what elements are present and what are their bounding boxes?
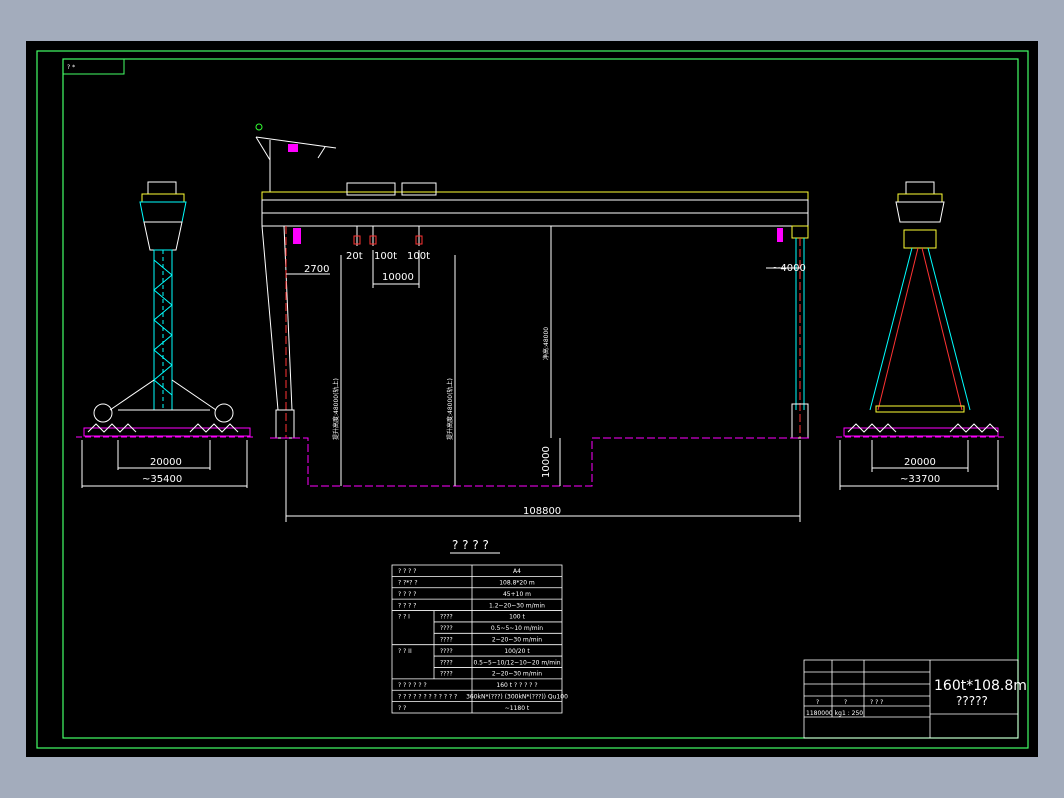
dim-right-inner: 20000 (904, 457, 936, 468)
dim-trolley-spacing: 10000 (382, 272, 414, 283)
table-cell: ???? (440, 659, 453, 666)
table-cell: 45+10 m (503, 591, 531, 598)
table-cell: ? ? II (398, 648, 412, 655)
table-cell: ? ? ? ? (398, 568, 416, 575)
table-cell: ? ?*? ? (398, 580, 418, 587)
table-cell: ???? (440, 648, 453, 655)
table-cell: 100/20 t (504, 648, 530, 655)
hook-label-20t: 20t (346, 251, 363, 262)
table-cell: ? ? ? ? (398, 591, 416, 598)
table-cell: 108.8*20 m (499, 580, 535, 587)
dim-hook-offset-left: 2700 (304, 264, 329, 275)
table-cell: ? ? ? ? (398, 602, 416, 609)
table-cell: 1.2~20~30 m/min (489, 602, 545, 609)
frame-tag: ? * (67, 64, 75, 71)
table-cell: ???? (440, 625, 453, 632)
dim-pit-depth: 10000 (541, 446, 552, 478)
table-cell: ~1180 t (505, 705, 530, 712)
dim-right-outer: ~33700 (900, 474, 940, 485)
cad-drawing: ? * 20000 ~35400 2700 20t 100t 100t 1000… (26, 41, 1038, 757)
title-block-weight: 1180000 kg (806, 710, 842, 717)
title-block-line1: 160t*108.8m (934, 678, 1027, 694)
table-cell: 2~20~30 m/min (492, 637, 542, 644)
title-block-small2: ? (844, 699, 847, 706)
table-cell: ???? (440, 671, 453, 678)
vlabel-lift-a: 提升高度:48000(轨上) (332, 378, 340, 440)
vlabel-lift-b: 提升高度:48000(轨上) (446, 378, 454, 440)
hook-label-100t-b: 100t (407, 251, 430, 262)
spec-table-title: ? ? ? ? (452, 538, 489, 552)
title-block-small3: ? ? ? (870, 699, 883, 706)
title-block-small1: ? (816, 699, 819, 706)
table-cell: ? ? ? ? ? ? ? ? ? ? ? ? (398, 693, 457, 700)
vlabel-clear: 净高:48000 (542, 327, 550, 360)
table-cell: 0.5~5~10/12~10~20 m/min (473, 659, 560, 666)
table-cell: ???? (440, 637, 453, 644)
table-cell: 0.5~5~10 m/min (491, 625, 543, 632)
table-cell: ? ? ? ? ? ? (398, 682, 427, 689)
dim-hook-offset-right: ~4000 (772, 263, 806, 274)
table-cell: ???? (440, 614, 453, 621)
title-block-line2: ????? (956, 694, 988, 708)
drawing-area (26, 41, 1038, 757)
table-cell: A4 (513, 568, 521, 575)
title-block-scale: 1 : 250 (842, 710, 863, 717)
table-cell: 160 t ? ? ? ? ? (496, 682, 537, 689)
table-cell: ? ? (398, 705, 406, 712)
table-cell: ? ? I (398, 614, 410, 621)
dim-span: 108800 (523, 506, 561, 517)
dim-left-outer: ~35400 (142, 474, 182, 485)
table-cell: 100 t (509, 614, 525, 621)
hook-label-100t-a: 100t (374, 251, 397, 262)
table-cell: 360kN*(???) (300kN*(???)) Qu100 (466, 693, 568, 700)
dim-left-inner: 20000 (150, 457, 182, 468)
table-cell: 2~20~30 m/min (492, 671, 542, 678)
